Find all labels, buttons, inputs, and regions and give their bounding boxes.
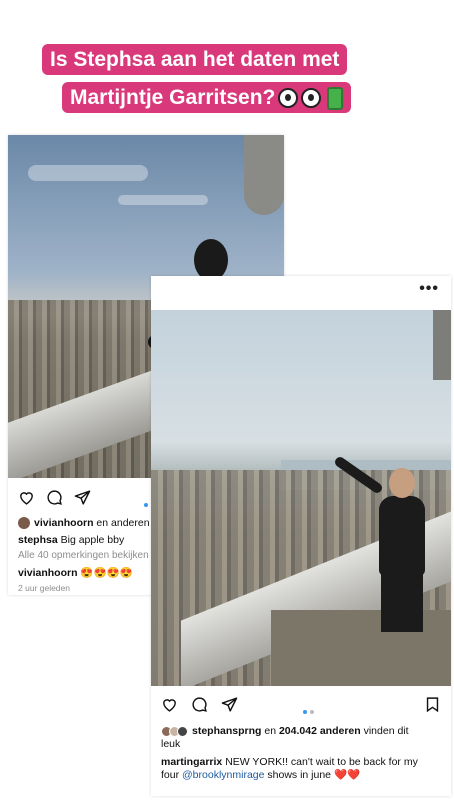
comment-icon[interactable] bbox=[46, 489, 63, 506]
comment-username[interactable]: vivianhoorn bbox=[18, 567, 78, 579]
caption: martingarrix NEW YORK!! can't wait to be… bbox=[161, 756, 446, 782]
eyes-emoji-icon bbox=[278, 88, 299, 109]
caption-text-3: shows in june bbox=[264, 769, 334, 781]
caption-text-1: NEW YORK!! can't wait to be back for my bbox=[222, 756, 418, 768]
heart-icon[interactable] bbox=[18, 489, 35, 506]
likes-text-wrap: leuk bbox=[161, 738, 181, 750]
caption-username[interactable]: stephsa bbox=[18, 534, 58, 546]
post-actions bbox=[161, 694, 441, 714]
hearts-emoji: ❤️❤️ bbox=[333, 769, 361, 781]
caption-text: Big apple bby bbox=[57, 534, 125, 546]
likes-count[interactable]: 204.042 anderen bbox=[279, 725, 361, 737]
timestamp: 2 uur geleden bbox=[18, 583, 70, 593]
headline-text-1: Is Stephsa aan het daten met bbox=[50, 48, 340, 71]
drink-can-emoji-icon bbox=[327, 86, 344, 110]
instagram-post-martingarrix: ••• stephansprng en 204.042 anderen vind… bbox=[151, 276, 451, 796]
avatar[interactable] bbox=[18, 517, 30, 530]
bookmark-icon[interactable] bbox=[424, 696, 441, 713]
headline-line-2: Martijntje Garritsen? bbox=[62, 82, 352, 113]
likes-text-end: vinden dit bbox=[360, 725, 409, 737]
share-icon[interactable] bbox=[74, 489, 91, 506]
caption-username[interactable]: martingarrix bbox=[161, 756, 222, 768]
headline-line-1: Is Stephsa aan het daten met bbox=[42, 44, 348, 75]
more-options-icon[interactable]: ••• bbox=[419, 280, 439, 298]
caption: stephsa Big apple bby bbox=[18, 534, 124, 546]
likes-username[interactable]: stephansprng bbox=[192, 725, 261, 737]
mention-link[interactable]: @brooklynmirage bbox=[182, 769, 264, 781]
view-comments-link[interactable]: Alle 40 opmerkingen bekijken bbox=[18, 550, 149, 561]
likes-text: en bbox=[261, 725, 279, 737]
carousel-dots bbox=[303, 701, 317, 719]
likes-username[interactable]: vivianhoorn bbox=[34, 517, 94, 529]
share-icon[interactable] bbox=[221, 696, 238, 713]
eyes-emoji-icon bbox=[301, 88, 322, 109]
comment-icon[interactable] bbox=[191, 696, 208, 713]
heart-icon[interactable] bbox=[161, 696, 178, 713]
comment: vivianhoorn 😍😍😍😍 bbox=[18, 566, 133, 579]
comment-text: 😍😍😍😍 bbox=[77, 567, 133, 579]
headline-text-2: Martijntje Garritsen? bbox=[70, 86, 276, 109]
caption-text-2: four bbox=[161, 769, 183, 781]
likes-line: stephansprng en 204.042 anderen vinden d… bbox=[161, 725, 441, 751]
post-photo[interactable] bbox=[151, 310, 451, 686]
